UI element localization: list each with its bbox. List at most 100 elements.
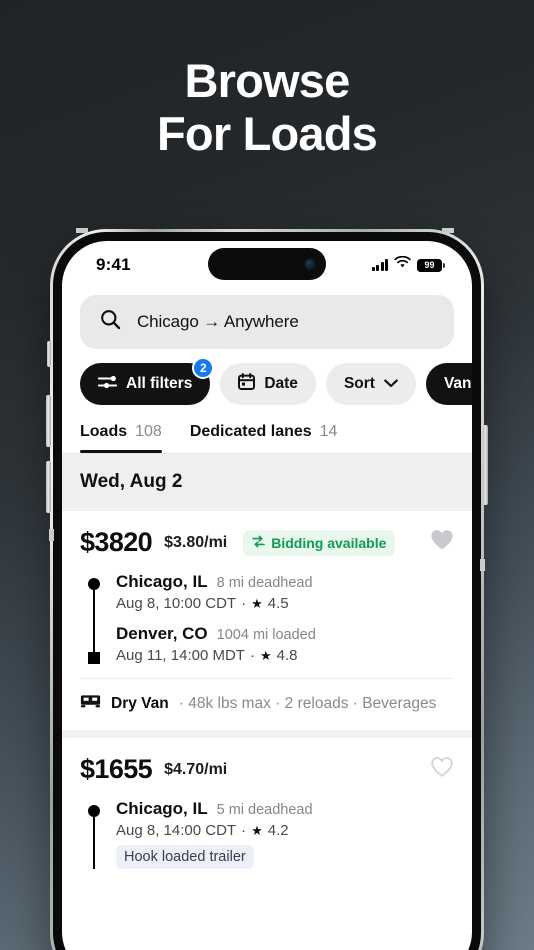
phone-screen: 9:41 99 Chicago → Anywhere All filters 2… [62,241,472,950]
origin-city: Chicago, IL [116,799,208,818]
status-bar: 9:41 99 [62,241,472,289]
tab-loads-count: 108 [135,423,162,440]
equipment-type: Dry Van [111,694,169,712]
equipment-details: · 48k lbs max · 2 reloads · Beverages [178,694,437,712]
origin-title: Chicago, IL 5 mi deadhead [116,799,454,819]
route-stop-origin: Chicago, IL 8 mi deadhead Aug 8, 10:00 C… [116,572,454,612]
power-button[interactable] [483,425,488,505]
dynamic-island [208,248,326,280]
hero-heading: Browse For Loads [0,54,534,160]
chip-sort[interactable]: Sort [325,363,416,405]
wifi-icon [394,255,411,274]
battery-level: 99 [424,260,435,270]
chip-equipment[interactable]: Van, Pow [425,363,472,405]
route-line [92,817,96,869]
antenna-seam [49,529,54,541]
tab-bar[interactable]: Loads 108 Dedicated lanes 14 [62,405,472,453]
origin-rating: 4.5 [267,595,289,612]
truck-icon [80,693,101,714]
chip-date[interactable]: Date [220,363,316,405]
origin-separator: · [241,822,247,839]
tab-dedicated-lanes[interactable]: Dedicated lanes 14 [190,423,338,453]
tab-dedicated-lanes-label: Dedicated lanes [189,423,312,440]
load-price: $1655 [80,754,153,784]
load-route: Chicago, IL 8 mi deadhead Aug 8, 10:00 C… [80,558,454,664]
phone-mockup: 9:41 99 Chicago → Anywhere All filters 2… [46,228,488,950]
load-price: $3820 [80,527,153,557]
load-card-header: $3820 $3.80/mi Bidding available [80,527,454,558]
hero-line-1: Browse [184,54,351,107]
route-rail [86,799,102,869]
antenna-seam [442,228,454,233]
antenna-seam [76,228,88,233]
load-rate-per-mile: $3.80/mi [164,533,228,551]
route-rail [86,572,102,664]
origin-sub: Aug 8, 10:00 CDT · ★ 4.5 [116,595,454,612]
search-value: Chicago → Anywhere [137,312,299,331]
origin-title: Chicago, IL 8 mi deadhead [116,572,454,592]
chip-equipment-label: Van, Pow [443,375,472,392]
volume-up-button[interactable] [46,395,51,447]
origin-separator: · [241,595,247,612]
chip-sort-label: Sort [343,375,375,392]
route-line [92,590,96,652]
origin-time: Aug 8, 14:00 CDT [116,822,237,839]
origin-note-badge: Hook loaded trailer [116,845,254,869]
tab-loads[interactable]: Loads 108 [80,423,162,453]
load-card[interactable]: $3820 $3.80/mi Bidding available Chicago… [62,511,472,730]
star-icon: ★ [251,595,263,611]
search-input[interactable]: Chicago → Anywhere [80,295,454,349]
destination-distance: 1004 mi loaded [216,627,316,643]
bidding-badge-label: Bidding available [271,534,387,551]
heart-icon[interactable] [430,529,454,556]
route-stops: Chicago, IL 5 mi deadhead Aug 8, 14:00 C… [116,799,454,869]
tab-dedicated-lanes-count: 14 [319,423,338,440]
route-stop-destination: Denver, CO 1004 mi loaded Aug 11, 14:00 … [116,624,454,664]
destination-title: Denver, CO 1004 mi loaded [116,624,454,644]
chip-date-label: Date [264,375,298,392]
chip-all-filters-badge: 2 [192,357,215,379]
origin-city: Chicago, IL [116,572,208,591]
chevron-down-icon [384,375,398,393]
load-equipment: Dry Van · 48k lbs max · 2 reloads · Beve… [80,678,454,730]
origin-dot-icon [88,578,100,590]
destination-square-icon [88,652,100,664]
origin-time: Aug 8, 10:00 CDT [116,595,237,612]
phone-bezel: 9:41 99 Chicago → Anywhere All filters 2… [53,232,481,950]
destination-city: Denver, CO [116,624,208,643]
load-rate-per-mile: $4.70/mi [164,760,228,778]
swap-arrows-icon [252,535,266,551]
date-group-header: Wed, Aug 2 [62,454,472,511]
calendar-icon [238,373,256,395]
heart-outline-icon[interactable] [430,756,454,783]
star-icon: ★ [251,822,263,838]
route-stops: Chicago, IL 8 mi deadhead Aug 8, 10:00 C… [116,572,454,664]
load-card-header: $1655 $4.70/mi [80,754,454,785]
tab-loads-label: Loads [80,423,128,440]
status-time: 9:41 [96,255,131,274]
load-card[interactable]: $1655 $4.70/mi Chicago, IL 5 mi deadhead… [62,738,472,869]
card-divider [62,730,472,738]
destination-time: Aug 11, 14:00 MDT [116,647,245,664]
load-list: Wed, Aug 2 $3820 $3.80/mi Bidding availa… [62,454,472,869]
front-camera-icon [305,258,316,270]
destination-rating: 4.8 [276,647,298,664]
origin-distance: 8 mi deadhead [216,575,313,591]
star-icon: ★ [259,647,272,663]
origin-distance: 5 mi deadhead [216,802,313,818]
search-icon [100,309,121,335]
filter-chip-row[interactable]: All filters 2 Date Sort Van [62,349,472,405]
volume-down-button[interactable] [46,461,51,513]
hero-line-2: For Loads [157,106,378,160]
load-route: Chicago, IL 5 mi deadhead Aug 8, 14:00 C… [80,785,454,869]
sliders-icon [97,374,118,395]
origin-dot-icon [88,805,100,817]
chip-all-filters[interactable]: All filters 2 [80,357,215,405]
battery-icon: 99 [417,258,445,272]
chip-all-filters-label: All filters [126,375,193,392]
status-indicators: 99 [371,255,445,274]
bidding-badge: Bidding available [243,529,396,556]
mute-switch[interactable] [47,341,51,367]
cellular-bars-icon [371,259,388,271]
origin-sub: Aug 8, 14:00 CDT · ★ 4.2 [116,822,454,839]
